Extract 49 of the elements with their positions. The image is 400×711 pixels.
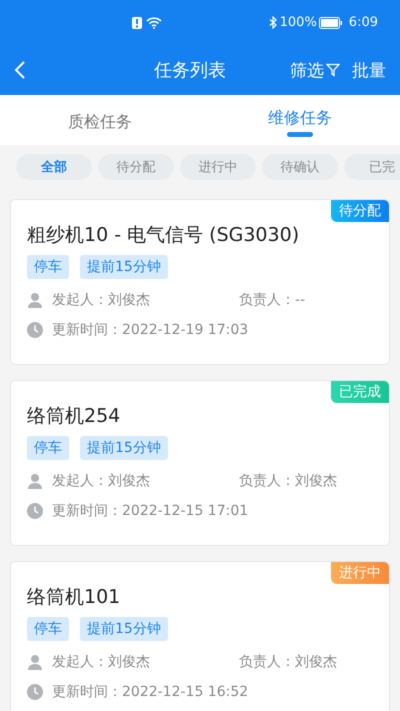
updated-time: 更新时间：2022-12-15 17:01 (52, 502, 248, 520)
initiator-text: 发起人：刘俊杰 (52, 653, 151, 671)
task-tag: 提前15分钟 (80, 436, 168, 460)
filter-button[interactable]: 筛选 (284, 58, 346, 82)
task-card[interactable]: 待分配 粗纱机10 - 电气信号 (SG3030) 停车 提前15分钟 发起人：刘俊杰 负责人：-- 更新时间：2022-12-19 17:03 (10, 199, 390, 365)
task-tag: 停车 (27, 255, 69, 279)
filter-chip[interactable]: 进行中 (180, 154, 256, 180)
tab[interactable]: 质检任务 (68, 108, 132, 132)
filter-chip[interactable]: 全部 (16, 154, 92, 180)
status-badge: 已完成 (331, 381, 389, 403)
task-card[interactable]: 已完成 络筒机254 停车 提前15分钟 发起人：刘俊杰 负责人：刘俊杰 更新时间：2022-12-15 17:01 (10, 380, 390, 546)
task-tag: 提前15分钟 (80, 255, 168, 279)
assignee-text: 负责人：-- (239, 291, 306, 309)
clock-icon (27, 684, 43, 700)
task-title: 粗纱机10 - 电气信号 (SG3030) (27, 223, 300, 248)
clock-icon (27, 503, 43, 519)
battery-percent: 100% (280, 15, 317, 30)
person-icon (27, 292, 43, 308)
filter-chip[interactable]: 已完 (344, 154, 400, 180)
alert-icon (132, 16, 142, 28)
task-card[interactable]: 进行中 络筒机101 停车 提前15分钟 发起人：刘俊杰 负责人：刘俊杰 更新时间：2022-12-15 16:52 (10, 561, 390, 711)
tab[interactable]: 维修任务 (268, 104, 332, 128)
task-title: 络筒机101 (27, 585, 122, 610)
updated-time: 更新时间：2022-12-15 16:52 (52, 683, 248, 701)
filter-icon (326, 63, 340, 77)
page-title: 任务列表 (153, 59, 227, 82)
batch-button[interactable]: 批量 (346, 58, 392, 82)
assignee-text: 负责人：刘俊杰 (239, 653, 337, 671)
task-tag: 提前15分钟 (80, 617, 168, 641)
status-badge: 进行中 (331, 562, 389, 584)
status-badge: 待分配 (331, 200, 389, 222)
updated-time: 更新时间：2022-12-19 17:03 (52, 321, 248, 339)
assignee-text: 负责人：刘俊杰 (239, 472, 337, 490)
battery-icon (318, 16, 343, 28)
filter-chip[interactable]: 待确认 (262, 154, 338, 180)
tab-indicator (287, 132, 313, 136)
task-tag: 停车 (27, 436, 69, 460)
wifi-icon (146, 16, 162, 28)
bluetooth-icon (268, 16, 277, 29)
back-icon[interactable] (14, 60, 26, 80)
clock-icon (27, 322, 43, 338)
filter-chip[interactable]: 待分配 (98, 154, 174, 180)
clock-time: 6:09 (348, 15, 378, 30)
task-title: 络筒机254 (27, 404, 122, 429)
person-icon (27, 654, 43, 670)
initiator-text: 发起人：刘俊杰 (52, 472, 151, 490)
task-tag: 停车 (27, 617, 69, 641)
person-icon (27, 473, 43, 489)
initiator-text: 发起人：刘俊杰 (52, 291, 151, 309)
